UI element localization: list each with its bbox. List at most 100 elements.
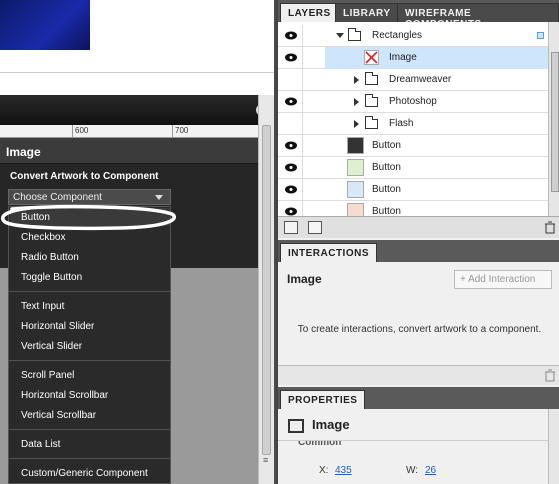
menu-item-toggle-button[interactable]: Toggle Button: [21, 272, 82, 283]
trash-icon[interactable]: [544, 221, 556, 234]
layer-row[interactable]: Flash: [278, 113, 548, 135]
right-panels: LAYERS LIBRARY WIREFRAME COMPONENTS Rect…: [276, 0, 559, 484]
image-type-icon: [288, 419, 304, 433]
eye-icon[interactable]: [284, 31, 298, 40]
layers-scrollbar[interactable]: [548, 22, 559, 216]
artboard-divider: [0, 72, 274, 73]
layers-list: Rectangles Image Dreamweaver Photoshop F…: [278, 22, 548, 216]
x-value[interactable]: 435: [335, 465, 352, 476]
tab-layers[interactable]: LAYERS: [280, 3, 339, 22]
layers-tabbar: LAYERS LIBRARY WIREFRAME COMPONENTS: [278, 0, 559, 30]
menu-divider: [9, 291, 170, 292]
lock-column[interactable]: [302, 201, 303, 216]
layer-row[interactable]: Button: [278, 135, 548, 157]
lock-column[interactable]: [302, 47, 303, 69]
layer-row[interactable]: Button: [278, 179, 548, 201]
selection-highlight: [325, 47, 548, 69]
folder-icon: [348, 28, 361, 41]
horizontal-ruler: 600 700: [0, 125, 258, 138]
eye-icon[interactable]: [284, 53, 298, 62]
layer-row[interactable]: Button: [278, 157, 548, 179]
scrollbar-thumb[interactable]: [551, 52, 559, 192]
eye-icon[interactable]: [284, 207, 298, 216]
menu-item-vertical-scrollbar[interactable]: Vertical Scrollbar: [21, 410, 96, 421]
chevron-down-icon: [155, 195, 163, 200]
add-interaction-label: Add Interaction: [468, 274, 536, 285]
menu-item-custom-generic-component[interactable]: Custom/Generic Component: [21, 468, 148, 479]
convert-artwork-heading: Convert Artwork to Component: [10, 171, 159, 182]
tab-interactions[interactable]: INTERACTIONS: [280, 243, 377, 262]
lock-column[interactable]: [302, 69, 303, 91]
trash-icon[interactable]: [544, 369, 556, 382]
menu-item-data-list[interactable]: Data List: [21, 439, 60, 450]
new-sublayer-icon[interactable]: [308, 221, 322, 234]
choose-component-select[interactable]: Choose Component: [8, 189, 171, 205]
tab-properties[interactable]: PROPERTIES: [280, 390, 366, 409]
folder-icon: [365, 116, 378, 129]
collapse-icon[interactable]: [354, 120, 359, 128]
folder-icon: [365, 72, 378, 85]
layers-footer: [278, 216, 559, 238]
lock-column[interactable]: [302, 113, 303, 135]
layer-row[interactable]: Image: [278, 47, 548, 69]
layer-label: Image: [389, 52, 417, 63]
tab-library[interactable]: LIBRARY: [335, 3, 399, 22]
eye-icon[interactable]: [284, 185, 298, 194]
button-thumbnail-icon: [347, 203, 364, 216]
lock-column[interactable]: [302, 179, 303, 201]
layer-row[interactable]: Rectangles: [278, 25, 548, 47]
menu-item-horizontal-slider[interactable]: Horizontal Slider: [21, 321, 94, 332]
x-label: X:: [319, 465, 329, 476]
eye-icon[interactable]: [284, 163, 298, 172]
plus-icon: +: [460, 274, 469, 285]
properties-panel: Image Common X: 435 W: 26: [278, 409, 559, 484]
lock-column[interactable]: [302, 157, 303, 179]
tab-wireframe-components[interactable]: WIREFRAME COMPONENTS: [397, 3, 559, 30]
expand-icon[interactable]: [336, 33, 344, 38]
menu-item-scroll-panel[interactable]: Scroll Panel: [21, 370, 74, 381]
layer-row[interactable]: Photoshop: [278, 91, 548, 113]
layer-label: Flash: [389, 118, 414, 129]
layer-row[interactable]: Dreamweaver: [278, 69, 548, 91]
lock-column[interactable]: [302, 25, 303, 47]
common-section-header[interactable]: Common: [278, 440, 559, 450]
lock-column[interactable]: [302, 91, 303, 113]
layer-label: Button: [372, 184, 401, 195]
lock-column[interactable]: [302, 135, 303, 157]
collapse-icon[interactable]: [354, 76, 359, 84]
layer-label: Button: [372, 206, 401, 216]
menu-item-horizontal-scrollbar[interactable]: Horizontal Scrollbar: [21, 390, 108, 401]
layer-label: Dreamweaver: [389, 74, 452, 85]
selection-indicator-icon: [537, 32, 544, 39]
scrollbar-thumb[interactable]: [262, 125, 271, 455]
w-value[interactable]: 26: [425, 465, 436, 476]
collapse-icon[interactable]: [354, 98, 359, 106]
layer-label: Photoshop: [389, 96, 437, 107]
new-layer-icon[interactable]: [284, 221, 298, 234]
grip-icon: ≡: [263, 455, 269, 465]
menu-item-button[interactable]: Button: [21, 212, 50, 223]
artwork-thumbnail: [0, 0, 90, 50]
folder-icon: [365, 94, 378, 107]
image-placeholder-icon: [364, 50, 379, 65]
menu-divider: [9, 360, 170, 361]
ruler-label: 600: [75, 126, 89, 135]
select-value: Choose Component: [13, 192, 102, 203]
ruler-tick: [172, 125, 173, 138]
menu-item-text-input[interactable]: Text Input: [21, 301, 64, 312]
properties-scrollbar[interactable]: [548, 409, 559, 484]
eye-icon[interactable]: [284, 97, 298, 106]
document-toolbar: [0, 95, 274, 125]
layer-label: Button: [372, 140, 401, 151]
layer-row[interactable]: Button: [278, 201, 548, 216]
add-interaction-button[interactable]: + Add Interaction: [454, 270, 552, 289]
menu-item-checkbox[interactable]: Checkbox: [21, 232, 65, 243]
interactions-title: Image: [287, 272, 322, 286]
layer-label: Rectangles: [372, 30, 423, 41]
menu-item-vertical-slider[interactable]: Vertical Slider: [21, 341, 82, 352]
canvas-vertical-scrollbar[interactable]: ≡: [258, 95, 274, 484]
eye-icon[interactable]: [284, 141, 298, 150]
menu-item-radio-button[interactable]: Radio Button: [21, 252, 79, 263]
menu-divider: [9, 429, 170, 430]
interactions-message: To create interactions, convert artwork …: [297, 324, 542, 335]
